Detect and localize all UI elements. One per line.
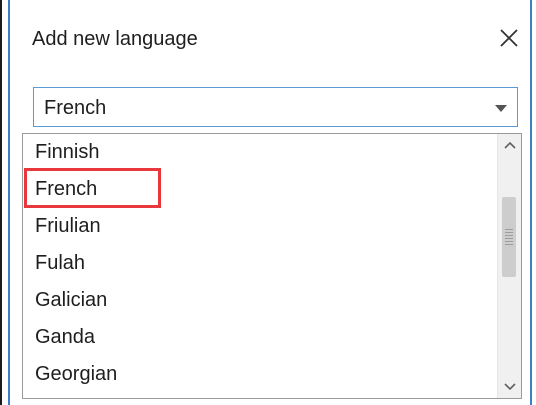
chevron-down-icon xyxy=(503,383,516,391)
grip-icon xyxy=(505,229,513,245)
language-list: Finnish French Friulian Fulah Galician G… xyxy=(23,134,498,393)
scroll-up-button[interactable] xyxy=(498,134,521,156)
list-item[interactable]: Finnish xyxy=(23,134,498,171)
list-item[interactable]: Georgian xyxy=(23,356,498,393)
close-button[interactable] xyxy=(494,23,524,53)
close-icon xyxy=(500,29,518,47)
list-item[interactable]: Ganda xyxy=(23,319,498,356)
list-item-french[interactable]: French xyxy=(23,171,498,208)
dialog-title: Add new language xyxy=(32,28,198,50)
language-select-value: French xyxy=(44,97,107,119)
dropdown-scrollbar[interactable] xyxy=(497,134,521,398)
language-select[interactable]: French xyxy=(33,87,518,127)
list-item[interactable]: Galician xyxy=(23,282,498,319)
list-item[interactable]: Fulah xyxy=(23,245,498,282)
chevron-up-icon xyxy=(503,141,516,149)
background-window-edge xyxy=(0,0,2,405)
chevron-down-icon xyxy=(495,105,507,112)
list-item[interactable]: Friulian xyxy=(23,208,498,245)
scrollbar-thumb[interactable] xyxy=(502,197,516,277)
language-dropdown-list: Finnish French Friulian Fulah Galician G… xyxy=(22,133,522,399)
scroll-down-button[interactable] xyxy=(498,376,521,398)
